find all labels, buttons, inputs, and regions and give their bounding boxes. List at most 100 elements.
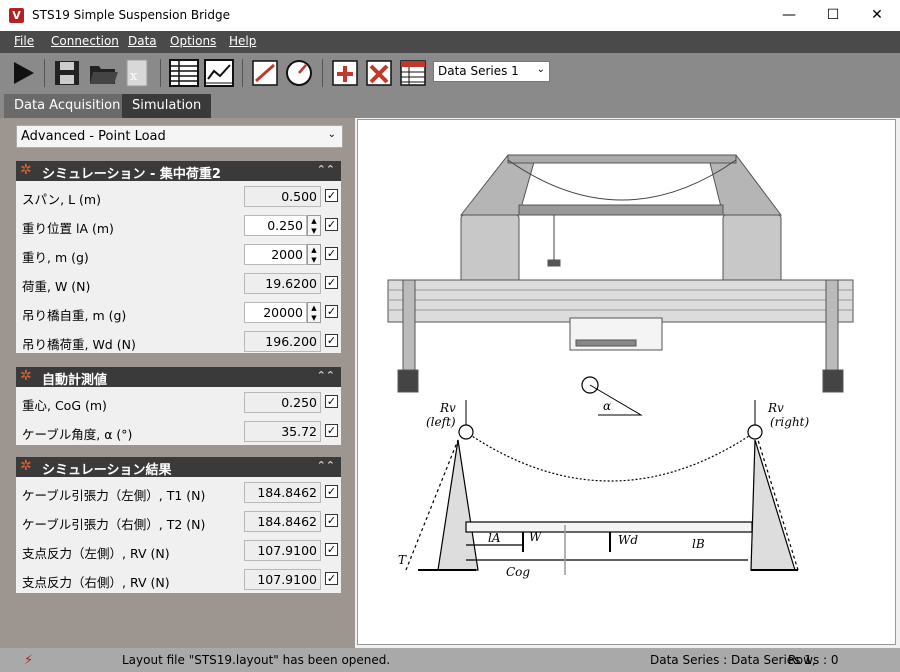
param-label: 吊り橋荷重, Wd (N) <box>22 337 136 352</box>
data-series-value: Data Series 1 <box>438 64 519 78</box>
result-row: ケーブル引張力（左側）, T1 (N) 184.8462 ✓ <box>16 478 341 507</box>
section-header[interactable]: ✲ シミュレーション - 集中荷重2 ⌃⌃ <box>16 161 341 182</box>
gear-icon: ✲ <box>20 368 32 384</box>
section-auto-measure: ✲ 自動計測値 ⌃⌃ 重心, CoG (m) 0.250 ✓ ケーブル角度, α… <box>16 367 341 445</box>
calibrate-icon[interactable] <box>250 57 280 89</box>
menu-help[interactable]: Help <box>229 34 256 48</box>
param-row: 吊り橋自重, m (g) 20000 ▲ ▼ ✓ <box>16 298 341 327</box>
excel-export-icon[interactable]: x <box>124 57 154 89</box>
param-row: 重心, CoG (m) 0.250 ✓ <box>16 388 341 417</box>
param-checkbox[interactable]: ✓ <box>325 305 338 318</box>
result-label: ケーブル引張力（左側）, T1 (N) <box>22 488 206 503</box>
save-icon[interactable] <box>52 57 82 89</box>
window-title: STS19 Simple Suspension Bridge <box>32 8 230 22</box>
result-row: 支点反力（右側）, RV (N) 107.9100 ✓ <box>16 565 341 594</box>
param-checkbox[interactable]: ✓ <box>325 218 338 231</box>
tab-simulation[interactable]: Simulation <box>122 94 212 118</box>
param-row: スパン, L (m) 0.500 ✓ <box>16 182 341 211</box>
play-icon[interactable] <box>8 57 38 89</box>
param-row: 重り位置 lA (m) 0.250 ▲ ▼ ✓ <box>16 211 341 240</box>
param-checkbox[interactable]: ✓ <box>325 189 338 202</box>
section-simulation: ✲ シミュレーション - 集中荷重2 ⌃⌃ スパン, L (m) 0.500 ✓… <box>16 161 341 353</box>
param-label: 重心, CoG (m) <box>22 398 107 413</box>
cog-label: Cog <box>506 565 530 579</box>
param-label: 吊り橋自重, m (g) <box>22 308 127 323</box>
simulation-canvas: Rv (left) Rv (right) α W Wd lA lB Cog T <box>357 119 896 645</box>
mode-select-value: Advanced - Point Load <box>21 129 166 144</box>
toolbar-separator <box>322 59 323 87</box>
collapse-icon[interactable]: ⌃⌃ <box>317 459 335 472</box>
w-label: W <box>529 530 543 544</box>
status-rows: Rows : 0 <box>788 653 839 667</box>
section-header[interactable]: ✲ 自動計測値 ⌃⌃ <box>16 367 341 388</box>
add-series-icon[interactable] <box>330 57 360 89</box>
param-checkbox[interactable]: ✓ <box>325 395 338 408</box>
param-value: 0.500 <box>244 186 321 207</box>
graph-icon[interactable] <box>203 57 235 89</box>
param-checkbox[interactable]: ✓ <box>325 276 338 289</box>
chevron-down-icon: ⌄ <box>327 129 336 140</box>
spinner[interactable]: ▲ ▼ <box>307 302 321 323</box>
result-value: 184.8462 <box>244 511 321 532</box>
open-folder-icon[interactable] <box>88 57 118 89</box>
param-input[interactable]: 20000 <box>244 302 307 323</box>
t-label: T <box>398 553 407 567</box>
result-checkbox[interactable]: ✓ <box>325 514 338 527</box>
gauge-icon[interactable] <box>284 57 314 89</box>
param-checkbox[interactable]: ✓ <box>325 334 338 347</box>
collapse-icon[interactable]: ⌃⌃ <box>317 369 335 382</box>
param-value: 35.72 <box>244 421 321 442</box>
wd-label: Wd <box>618 533 638 547</box>
section-title: シミュレーション - 集中荷重2 <box>42 167 221 182</box>
param-checkbox[interactable]: ✓ <box>325 424 338 437</box>
result-value: 184.8462 <box>244 482 321 503</box>
section-title: 自動計測値 <box>42 373 108 388</box>
param-checkbox[interactable]: ✓ <box>325 247 338 260</box>
menu-connection[interactable]: Connection <box>51 34 119 48</box>
gear-icon: ✲ <box>20 162 32 178</box>
param-row: 荷重, W (N) 19.6200 ✓ <box>16 269 341 298</box>
spinner[interactable]: ▲ ▼ <box>307 244 321 265</box>
result-value: 107.9100 <box>244 540 321 561</box>
result-checkbox[interactable]: ✓ <box>325 543 338 556</box>
param-value: 19.6200 <box>244 273 321 294</box>
lb-label: lB <box>692 537 705 551</box>
maximize-button[interactable]: ☐ <box>810 0 856 31</box>
title-bar: V STS19 Simple Suspension Bridge — ☐ ✕ <box>0 0 900 31</box>
chevron-down-icon: ⌄ <box>536 64 545 75</box>
result-row: ケーブル引張力（右側）, T2 (N) 184.8462 ✓ <box>16 507 341 536</box>
param-value: 196.200 <box>244 331 321 352</box>
result-label: 支点反力（左側）, RV (N) <box>22 546 170 561</box>
menu-data[interactable]: Data <box>128 34 157 48</box>
toolbar-separator <box>44 59 45 87</box>
section-header[interactable]: ✲ シミュレーション結果 ⌃⌃ <box>16 457 341 478</box>
delete-series-icon[interactable] <box>364 57 394 89</box>
menu-bar: File Connection Data Options Help <box>0 31 900 53</box>
result-label: 支点反力（右側）, RV (N) <box>22 575 170 590</box>
tab-data-acquisition[interactable]: Data Acquisition <box>4 94 131 118</box>
param-input[interactable]: 2000 <box>244 244 307 265</box>
result-row: 支点反力（左側）, RV (N) 107.9100 ✓ <box>16 536 341 565</box>
gear-icon: ✲ <box>20 458 32 474</box>
bridge-schematic <box>405 376 799 575</box>
collapse-icon[interactable]: ⌃⌃ <box>317 163 335 176</box>
apparatus-photo <box>387 154 854 393</box>
data-series-select[interactable]: Data Series 1 ⌄ <box>433 61 550 82</box>
minimize-button[interactable]: — <box>766 0 812 31</box>
param-input[interactable]: 0.250 <box>244 215 307 236</box>
table-icon[interactable] <box>168 57 200 89</box>
result-checkbox[interactable]: ✓ <box>325 485 338 498</box>
mode-select[interactable]: Advanced - Point Load ⌄ <box>16 125 343 148</box>
result-label: ケーブル引張力（右側）, T2 (N) <box>22 517 206 532</box>
param-value: 0.250 <box>244 392 321 413</box>
menu-file[interactable]: File <box>14 34 34 48</box>
result-checkbox[interactable]: ✓ <box>325 572 338 585</box>
menu-options[interactable]: Options <box>170 34 216 48</box>
close-button[interactable]: ✕ <box>854 0 900 31</box>
alpha-label: α <box>603 399 611 413</box>
tab-strip: Data Acquisition Simulation <box>0 93 900 118</box>
right-label: (right) <box>770 415 809 429</box>
spinner[interactable]: ▲ ▼ <box>307 215 321 236</box>
section-results: ✲ シミュレーション結果 ⌃⌃ ケーブル引張力（左側）, T1 (N) 184.… <box>16 457 341 593</box>
series-table-icon[interactable] <box>398 57 428 89</box>
